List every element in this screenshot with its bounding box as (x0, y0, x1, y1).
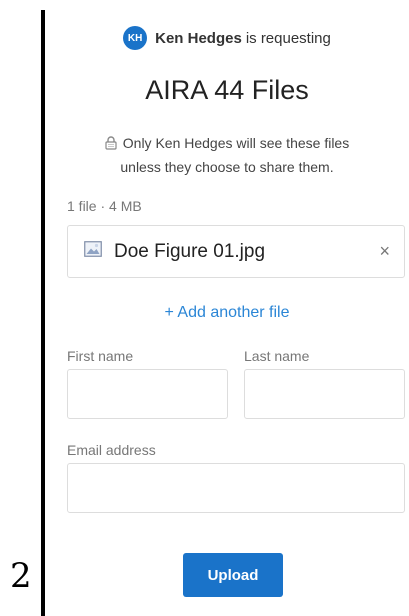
first-name-label: First name (67, 348, 134, 364)
privacy-line-2: unless they choose to share them. (120, 159, 334, 175)
page-number: 2 (10, 556, 32, 596)
avatar: KH (123, 26, 148, 50)
remove-file-icon[interactable]: × (379, 241, 390, 262)
page-title: AIRA 44 Files (145, 75, 309, 105)
requester-suffix: is requesting (245, 29, 331, 47)
requester-name: Ken Hedges (155, 29, 242, 47)
privacy-notice: Only Ken Hedges will see these files unl… (45, 132, 409, 178)
file-name: Doe Figure 01.jpg (114, 240, 266, 262)
first-name-field[interactable] (67, 369, 228, 419)
file-item: Doe Figure 01.jpg × (67, 225, 405, 278)
last-name-field[interactable] (244, 369, 405, 419)
privacy-line-1: Only Ken Hedges will see these files (122, 135, 350, 151)
file-summary: 1 file · 4 MB (67, 198, 142, 214)
email-label: Email address (67, 442, 156, 458)
last-name-label: Last name (244, 348, 310, 364)
file-request-panel: KH Ken Hedges is requesting AIRA 44 File… (41, 10, 409, 616)
image-file-icon (84, 241, 102, 262)
lock-icon (105, 134, 117, 156)
email-field[interactable] (67, 463, 405, 513)
upload-button[interactable]: Upload (183, 553, 283, 597)
add-another-file-link[interactable]: + Add another file (45, 304, 409, 322)
requester-line: KH Ken Hedges is requesting (45, 26, 409, 50)
